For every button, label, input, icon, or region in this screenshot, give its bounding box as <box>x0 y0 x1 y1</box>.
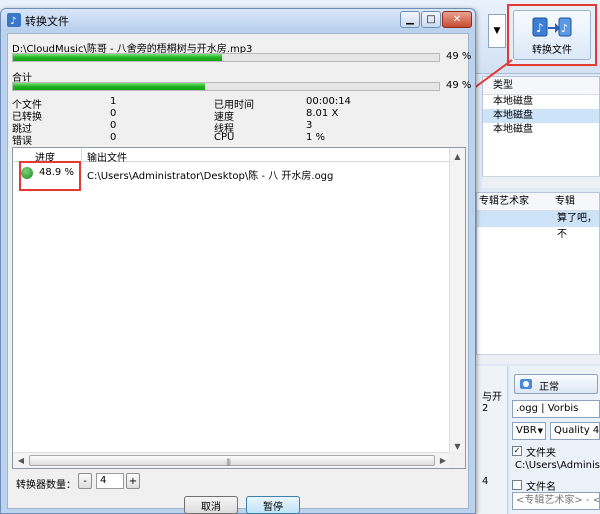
convert-files-label: 转换文件 <box>532 44 572 56</box>
current-file-percent: 49 % <box>446 51 472 62</box>
column-divider[interactable] <box>81 148 82 162</box>
dialog-title: 转换文件 <box>25 15 69 28</box>
side-info-strip: 与开2 4 <box>476 366 508 514</box>
grip-icon: ||| <box>226 458 231 466</box>
track-list-header: 专辑艺术家 专辑 <box>477 193 599 211</box>
drive-row[interactable]: 本地磁盘 <box>483 123 599 137</box>
col-output-file[interactable]: 输出文件 <box>87 149 127 164</box>
quality-select[interactable]: Quality 4 <box>550 422 600 440</box>
cancel-button[interactable]: 取消 <box>184 496 238 514</box>
maximize-button[interactable]: □ <box>421 11 441 28</box>
converter-count-increase-button[interactable]: + <box>126 473 140 489</box>
total-percent: 49 % <box>446 80 472 91</box>
drive-row-selected[interactable]: 本地磁盘 <box>483 109 599 123</box>
stat-converted-value: 0 <box>110 108 117 119</box>
col-album[interactable]: 专辑 <box>555 193 575 211</box>
folder-path[interactable]: C:\Users\Administrator <box>512 458 600 476</box>
convert-files-button[interactable]: ♪ ♪ 转换文件 <box>513 10 591 60</box>
stat-speed-value: 8.01 X <box>306 108 339 119</box>
row-output-path: C:\Users\Administrator\Desktop\陈 - 八 开水房… <box>87 171 334 182</box>
minimize-button[interactable]: ▁ <box>400 11 420 28</box>
filename-checkbox[interactable] <box>512 480 522 490</box>
current-file-progress-bar <box>12 53 440 62</box>
close-icon: ✕ <box>452 14 462 25</box>
drive-list-panel: 类型 本地磁盘 本地磁盘 本地磁盘 <box>482 76 600 186</box>
converter-count-label: 转换器数量： <box>16 480 76 491</box>
dialog-client-area: D:\CloudMusic\陈哥 - 八舍旁的梧桐树与开水房.mp3 49 % … <box>7 33 472 514</box>
filename-pattern-input[interactable]: <专辑艺术家> - <专辑 <box>512 492 600 510</box>
stat-cpu-label: CPU <box>214 132 235 143</box>
stat-errors-value: 0 <box>110 132 117 143</box>
encoder-settings-panel: 正常 .ogg | Vorbis VBR ▼ Quality 4 ✓ 文件夹 C… <box>510 366 600 514</box>
bitrate-mode-select[interactable]: VBR ▼ <box>512 422 546 440</box>
track-album: 算了吧，不 <box>557 213 597 240</box>
converter-count-decrease-button[interactable]: - <box>78 473 92 489</box>
scroll-left-icon[interactable]: ◀ <box>13 453 29 468</box>
minimize-icon: ▁ <box>406 14 414 25</box>
converter-count-input[interactable]: 4 <box>96 473 124 489</box>
conversion-list-header: 进度 输出文件 <box>13 148 451 164</box>
format-dropdown-arrow[interactable]: ▼ <box>488 14 506 48</box>
track-list-panel: 专辑艺术家 专辑 算了吧，不 <box>476 192 600 362</box>
dialog-titlebar[interactable]: ♪ 转换文件 ▁ □ ✕ <box>1 9 475 31</box>
maximize-icon: □ <box>426 14 436 25</box>
svg-text:♪: ♪ <box>536 21 544 35</box>
side-info-text-2: 4 <box>482 476 489 487</box>
side-info-text: 与开2 <box>482 392 502 414</box>
track-row-selected[interactable]: 算了吧，不 <box>477 211 599 240</box>
drive-row[interactable]: 本地磁盘 <box>483 95 599 109</box>
scroll-up-icon[interactable]: ▲ <box>450 148 465 164</box>
svg-text:♪: ♪ <box>10 16 16 27</box>
filename-label: 文件名 <box>526 482 556 493</box>
chevron-down-icon: ▼ <box>493 26 501 36</box>
conversion-list: 进度 输出文件 48.9 % C:\Users\Administrator\De… <box>12 147 466 469</box>
stat-elapsed-value: 00:00:14 <box>306 96 351 107</box>
encoder-mode-label: 正常 <box>539 382 559 393</box>
stat-files-value: 1 <box>110 96 117 107</box>
scrollbar-corner <box>449 452 465 468</box>
close-button[interactable]: ✕ <box>442 11 472 28</box>
stat-cpu-value: 1 % <box>306 132 326 143</box>
drive-list-scrollbar[interactable] <box>482 176 600 188</box>
current-file-progress-fill <box>13 54 222 61</box>
chevron-down-icon: ▼ <box>537 427 543 435</box>
horizontal-scroll-thumb[interactable]: ||| <box>29 455 435 466</box>
format-select[interactable]: .ogg | Vorbis <box>512 400 600 418</box>
col-album-artist[interactable]: 专辑艺术家 <box>479 193 529 211</box>
progress-highlight-box <box>19 161 81 191</box>
music-convert-icon: ♪ ♪ <box>532 15 572 39</box>
svg-text:♪: ♪ <box>561 22 568 35</box>
convert-files-dialog: ♪ 转换文件 ▁ □ ✕ D:\CloudMusic\陈哥 - 八舍旁的梧桐树与… <box>0 8 476 514</box>
total-progress-bar <box>12 82 440 91</box>
folder-checkbox[interactable]: ✓ <box>512 446 522 456</box>
stat-skipped-value: 0 <box>110 120 117 131</box>
drive-type-header[interactable]: 类型 <box>483 77 599 95</box>
folder-label: 文件夹 <box>526 448 556 459</box>
speaker-icon <box>519 377 533 394</box>
stat-threads-value: 3 <box>306 120 313 131</box>
convert-files-highlight: ♪ ♪ 转换文件 <box>507 4 597 66</box>
pause-button[interactable]: 暂停 <box>246 496 300 514</box>
list-horizontal-scrollbar[interactable]: ◀ ||| ▶ <box>13 452 451 468</box>
encoder-mode-button[interactable]: 正常 <box>514 374 598 394</box>
bitrate-mode-value: VBR <box>516 425 537 436</box>
track-list-scrollbar[interactable] <box>476 354 600 364</box>
list-vertical-scrollbar[interactable]: ▲ ▼ <box>449 148 465 454</box>
total-progress-fill <box>13 83 205 90</box>
app-icon: ♪ <box>7 13 21 27</box>
stat-errors-label: 错误 <box>12 136 32 147</box>
